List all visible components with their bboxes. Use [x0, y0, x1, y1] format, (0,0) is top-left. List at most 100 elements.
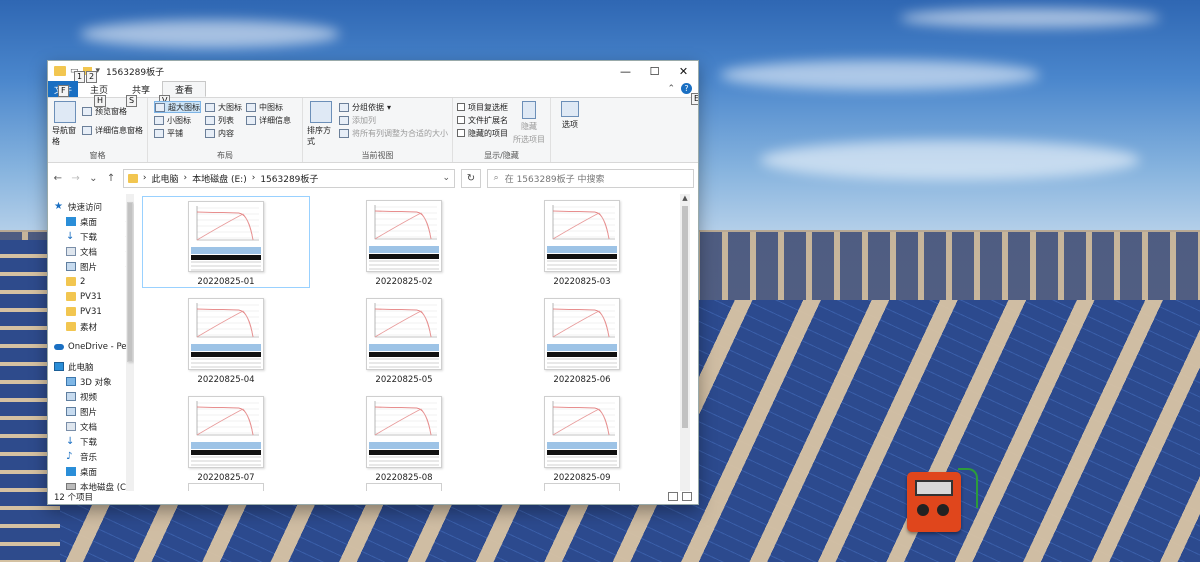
address-bar[interactable]: › 此电脑 › 本地磁盘 (E:) › 1563289板子 ⌄	[122, 168, 456, 188]
layout-tiles[interactable]: 平铺	[154, 127, 201, 139]
nav-item-label: 文档	[80, 422, 98, 433]
layout-large-icons[interactable]: 大图标	[205, 101, 242, 113]
layout-content[interactable]: 内容	[205, 127, 242, 139]
details-pane-button[interactable]: 详细信息窗格	[82, 124, 143, 136]
nav-item[interactable]: PV31	[48, 289, 134, 304]
nav-item[interactable]: 视频	[48, 389, 134, 404]
file-item[interactable]: 20220825-01	[142, 196, 310, 288]
file-item[interactable]: 20220825-06	[498, 294, 666, 386]
sort-by-button[interactable]: 排序方式	[307, 101, 335, 150]
layout-extra-large-icons[interactable]: 超大图标	[154, 101, 201, 113]
add-columns-button[interactable]: 添加列	[339, 114, 448, 126]
content-scrollbar[interactable]: ▲	[680, 194, 690, 491]
breadcrumb-this-pc[interactable]: 此电脑	[151, 172, 178, 185]
file-item[interactable]: 20220825-09	[498, 392, 666, 484]
refresh-button[interactable]: ↻	[461, 168, 481, 188]
image-thumbnail	[188, 201, 264, 272]
layout-option-label: 中图标	[259, 102, 283, 112]
up-button[interactable]: ↑	[105, 173, 117, 184]
size-columns-button[interactable]: 将所有列调整为合适的大小	[339, 127, 448, 139]
maximize-button[interactable]: ☐	[640, 61, 669, 81]
checkbox[interactable]	[457, 116, 465, 124]
nav-item[interactable]: 图片✦	[48, 259, 134, 274]
scrollbar-thumb[interactable]	[682, 206, 688, 428]
ribbon-group-layout: 超大图标 小图标 平铺 大图标 列表 内容 中图标 详细信息 布局	[148, 98, 303, 162]
nav-pane-button[interactable]: 导航窗格	[52, 101, 78, 150]
nav-quick-access[interactable]: ★ 快速访问	[48, 199, 134, 214]
thumbnail-table-hdr	[369, 442, 439, 449]
group-by-button[interactable]: 分组依据 ▾	[339, 101, 448, 113]
file-extensions-toggle[interactable]: 文件扩展名	[457, 114, 508, 126]
preview-pane-label: 预览窗格	[95, 106, 127, 116]
nav-item[interactable]: 桌面	[48, 464, 134, 479]
checkbox[interactable]	[457, 103, 465, 111]
star-icon: ★	[54, 201, 63, 212]
details-view-icon[interactable]	[668, 492, 678, 501]
breadcrumb-current-folder[interactable]: 1563289板子	[260, 172, 318, 185]
chevron-down-icon[interactable]: ⌄	[443, 173, 451, 183]
file-item[interactable]: 20220825-08	[320, 392, 488, 484]
hide-selected-button[interactable]: 隐藏 所选项目	[512, 101, 546, 150]
nav-item[interactable]: ♪ 音乐	[48, 449, 134, 464]
thumbnail-table-blk	[369, 450, 439, 455]
tiles-icon	[154, 128, 164, 138]
thumbnail-table-blk	[547, 450, 617, 455]
layout-list[interactable]: 列表	[205, 114, 242, 126]
video-icon	[66, 392, 76, 401]
scroll-up-icon[interactable]: ▲	[680, 194, 690, 204]
nav-scrollbar[interactable]	[126, 194, 134, 491]
layout-details[interactable]: 详细信息	[246, 114, 291, 126]
status-bar: 12 个项目	[48, 489, 698, 504]
nav-item[interactable]: 素材	[48, 319, 134, 334]
file-item[interactable]: 20220825-03	[498, 196, 666, 288]
options-button[interactable]: 选项	[555, 101, 585, 150]
file-item[interactable]: 20220825-07	[142, 392, 310, 484]
search-box[interactable]: ⌕ 在 1563289板子 中搜索	[486, 168, 694, 188]
options-icon	[561, 101, 579, 117]
nav-item[interactable]: 桌面✦	[48, 214, 134, 229]
hidden-items-toggle[interactable]: 隐藏的项目	[457, 127, 508, 139]
layout-small-icons[interactable]: 小图标	[154, 114, 201, 126]
nav-item[interactable]: 2	[48, 274, 134, 289]
checkbox[interactable]	[457, 129, 465, 137]
file-item[interactable]: 20220825-04	[142, 294, 310, 386]
nav-item[interactable]: 文档✦	[48, 244, 134, 259]
minimize-button[interactable]: —	[611, 61, 640, 81]
nav-onedrive[interactable]: OneDrive - Perso	[48, 339, 134, 354]
small-icons-icon	[154, 115, 164, 125]
recent-locations-button[interactable]: ⌄	[87, 173, 99, 184]
image-thumbnail	[544, 396, 620, 468]
nav-item[interactable]: 文档	[48, 419, 134, 434]
large-icons-view-icon[interactable]	[682, 492, 692, 501]
ribbon-collapse-icon[interactable]: ⌃	[667, 84, 675, 94]
thumbnail-table-hdr	[547, 442, 617, 449]
layout-medium-icons[interactable]: 中图标	[246, 101, 291, 113]
preview-pane-button[interactable]: 预览窗格	[82, 105, 143, 117]
nav-item-label: 桌面	[80, 217, 98, 228]
nav-item-label: 2	[80, 276, 86, 287]
search-placeholder: 在 1563289板子 中搜索	[504, 174, 605, 185]
forward-button[interactable]: →	[70, 173, 82, 184]
nav-item[interactable]: ↓下载✦	[48, 229, 134, 244]
breadcrumb-drive-e[interactable]: 本地磁盘 (E:)	[192, 172, 247, 185]
nav-item[interactable]: 3D 对象	[48, 374, 134, 389]
nav-item-label: 图片	[80, 262, 98, 273]
file-item[interactable]: 20220825-02	[320, 196, 488, 288]
folder-icon	[66, 277, 76, 286]
nav-item[interactable]: ↓ 下载	[48, 434, 134, 449]
nav-item[interactable]: 图片	[48, 404, 134, 419]
item-checkboxes-toggle[interactable]: 项目复选框	[457, 101, 508, 113]
thumbnail-table-hdr	[369, 344, 439, 351]
desktop-icon	[66, 217, 76, 226]
back-button[interactable]: ←	[52, 173, 64, 184]
file-item[interactable]: 20220825-05	[320, 294, 488, 386]
hidden-items-label: 隐藏的项目	[468, 128, 508, 138]
nav-this-pc[interactable]: 此电脑	[48, 359, 134, 374]
nav-item[interactable]: PV31	[48, 304, 134, 319]
file-extensions-label: 文件扩展名	[468, 115, 508, 125]
close-button[interactable]: ✕	[669, 61, 698, 81]
keytip-help: E	[691, 93, 698, 105]
file-name: 20220825-04	[197, 375, 255, 385]
hide-label: 隐藏	[521, 122, 537, 131]
file-name: 20220825-09	[553, 473, 611, 483]
